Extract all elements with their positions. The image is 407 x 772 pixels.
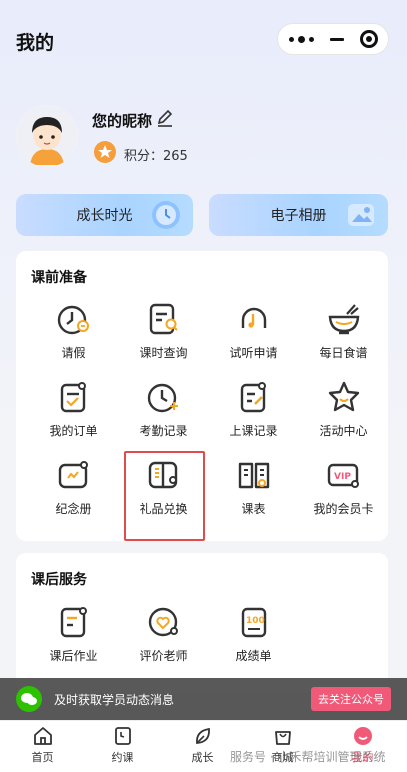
menu-item-attendance[interactable]: 考勤记录 — [117, 378, 210, 454]
clock-deco-icon — [152, 201, 180, 229]
points-star-icon — [93, 140, 117, 164]
menu-label: 课后作业 — [49, 649, 98, 663]
vip-card-icon: VIP — [327, 463, 359, 488]
menu-item-leave[interactable]: 请假 — [27, 300, 120, 376]
menu-label: 活动中心 — [319, 424, 368, 438]
edit-pencil-icon[interactable] — [155, 108, 175, 128]
rate-teacher-icon — [148, 607, 178, 637]
tab-home[interactable]: 首页 — [2, 725, 83, 765]
class-record-icon — [240, 382, 266, 413]
leaf-icon — [195, 727, 210, 744]
tab-label: 首页 — [31, 751, 54, 764]
after-class-title: 课后服务 — [31, 572, 87, 588]
attendance-icon — [147, 383, 178, 413]
nickname[interactable]: 您的昵称 — [92, 110, 152, 131]
growth-time-label: 成长时光 — [76, 208, 133, 224]
lesson-query-icon — [149, 303, 178, 335]
menu-item-order[interactable]: 我的订单 — [27, 378, 120, 454]
menu-item-schedule[interactable]: 课表 — [207, 456, 300, 532]
before-class-title: 课前准备 — [31, 270, 87, 286]
growth-time-button[interactable]: 成长时光 — [16, 194, 193, 236]
menu-item-class-record[interactable]: 上课记录 — [207, 378, 300, 454]
menu-label: 课表 — [241, 502, 266, 516]
profile-icon — [353, 727, 372, 745]
tab-book-class[interactable]: 约课 — [82, 725, 163, 765]
schedule-icon — [238, 462, 269, 489]
menu-label: 课时查询 — [139, 346, 188, 360]
menu-item-rate-teacher[interactable]: 评价老师 — [117, 603, 210, 679]
e-album-button[interactable]: 电子相册 — [209, 194, 388, 236]
menu-item-lesson-query[interactable]: 课时查询 — [117, 300, 210, 376]
menu-item-recipe[interactable]: 每日食谱 — [297, 300, 390, 376]
menu-item-report-card[interactable]: 100 成绩单 — [207, 603, 300, 679]
miniprogram-capsule — [277, 23, 389, 55]
wechat-icon — [16, 686, 42, 712]
shopping-bag-icon — [274, 731, 291, 745]
header-bar: 我的 — [0, 0, 407, 82]
report-card-icon: 100 — [241, 607, 266, 638]
avatar[interactable] — [16, 105, 78, 167]
follow-account-button[interactable]: 去关注公众号 — [311, 687, 391, 711]
tab-label: 约课 — [111, 751, 134, 764]
menu-label: 我的会员卡 — [313, 502, 374, 516]
banner-text: 及时获取学员动态消息 — [54, 692, 175, 707]
leave-icon — [57, 305, 89, 335]
recipe-icon — [328, 304, 359, 335]
activity-icon — [328, 381, 359, 412]
minimize-icon[interactable] — [324, 24, 350, 54]
homework-icon — [60, 607, 87, 638]
points-value: 积分：265 — [124, 149, 188, 164]
menu-label: 每日食谱 — [319, 346, 368, 360]
menu-label: 我的订单 — [49, 424, 98, 438]
calendar-icon — [114, 727, 131, 745]
menu-item-vip-card[interactable]: VIP 我的会员卡 — [297, 456, 390, 532]
page-title: 我的 — [16, 32, 55, 54]
menu-label: 请假 — [61, 346, 86, 360]
menu-label: 成绩单 — [235, 649, 272, 663]
selection-highlight — [124, 451, 205, 541]
menu-label: 试听申请 — [229, 346, 278, 360]
trial-icon — [241, 307, 266, 328]
follow-official-account-banner: 及时获取学员动态消息 去关注公众号 — [0, 678, 407, 720]
more-menu-icon[interactable] — [278, 24, 324, 54]
album-icon — [58, 461, 88, 489]
menu-item-activity[interactable]: 活动中心 — [297, 378, 390, 454]
menu-label: 纪念册 — [55, 502, 92, 516]
home-icon — [33, 727, 52, 745]
photo-deco-icon — [348, 204, 374, 226]
svg-text:VIP: VIP — [334, 472, 351, 482]
menu-item-homework[interactable]: 课后作业 — [27, 603, 120, 679]
menu-item-album[interactable]: 纪念册 — [27, 456, 120, 532]
svg-text:100: 100 — [246, 616, 265, 626]
menu-label: 考勤记录 — [139, 424, 188, 438]
menu-label: 上课记录 — [229, 424, 278, 438]
menu-label: 评价老师 — [139, 649, 188, 663]
order-icon — [60, 382, 86, 413]
menu-item-trial[interactable]: 试听申请 — [207, 300, 300, 376]
watermark-text: 服务号 · 小禾帮培训管理系统 — [230, 750, 386, 764]
close-miniprogram-icon[interactable] — [350, 24, 388, 54]
e-album-label: 电子相册 — [270, 208, 327, 224]
